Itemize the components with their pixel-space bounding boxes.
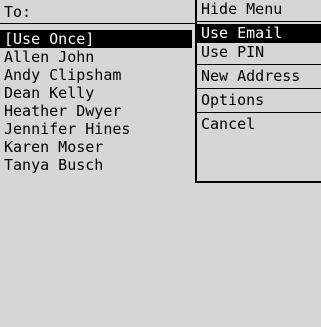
- menu-separator: [197, 112, 321, 113]
- menu-separator: [197, 88, 321, 89]
- contact-jennifer-hines[interactable]: Jennifer Hines: [0, 120, 198, 138]
- contact-dean-kelly[interactable]: Dean Kelly: [0, 84, 198, 102]
- menu-item-options[interactable]: Options: [197, 91, 321, 110]
- contact-heather-dwyer[interactable]: Heather Dwyer: [0, 102, 198, 120]
- contact-andy-clipsham[interactable]: Andy Clipsham: [0, 66, 198, 84]
- menu-separator: [197, 64, 321, 65]
- address-picker-screen: To: [Use Once] Allen John Andy Clipsham …: [0, 0, 321, 327]
- menu-separator: [197, 21, 321, 22]
- menu-item-new-address[interactable]: New Address: [197, 67, 321, 86]
- contact-use-once[interactable]: [Use Once]: [0, 30, 192, 48]
- menu-item-use-email[interactable]: Use Email: [197, 24, 321, 43]
- contact-tanya-busch[interactable]: Tanya Busch: [0, 156, 198, 174]
- to-field-label: To:: [4, 3, 32, 21]
- contact-karen-moser[interactable]: Karen Moser: [0, 138, 198, 156]
- menu-item-use-pin[interactable]: Use PIN: [197, 43, 321, 62]
- contact-list: [Use Once] Allen John Andy Clipsham Dean…: [0, 30, 198, 174]
- contact-allen-john[interactable]: Allen John: [0, 48, 198, 66]
- menu-item-hide-menu[interactable]: Hide Menu: [197, 0, 321, 19]
- context-menu: Hide Menu Use Email Use PIN New Address …: [195, 0, 321, 183]
- menu-item-cancel[interactable]: Cancel: [197, 115, 321, 134]
